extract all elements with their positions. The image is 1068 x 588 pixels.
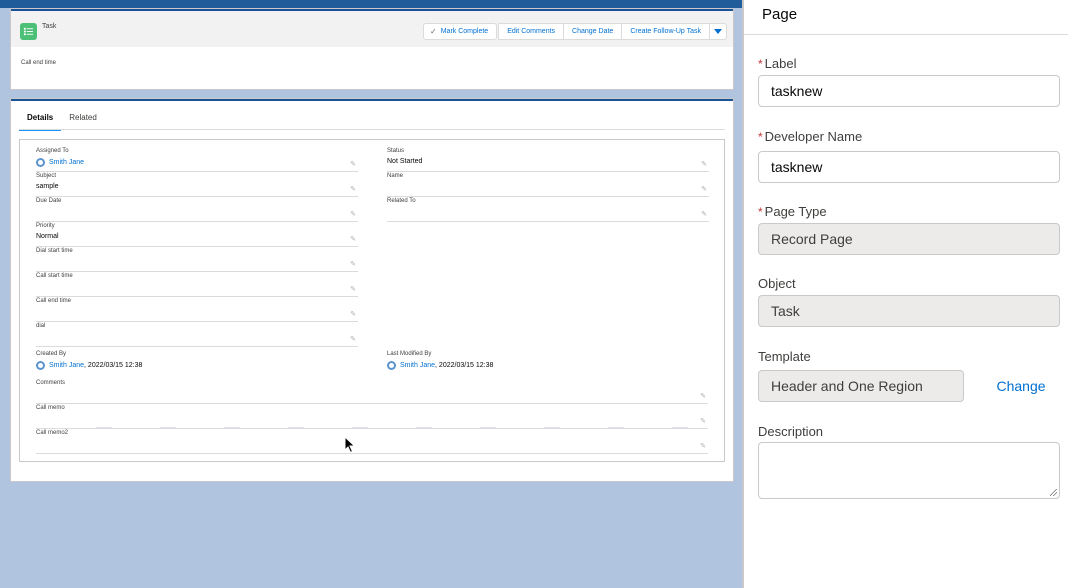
highlights-field-label: Call end time xyxy=(21,60,57,66)
field-status[interactable]: Status Not Started ✎ xyxy=(387,148,709,172)
drop-zone-guide xyxy=(96,427,716,428)
created-by-link[interactable]: Smith Jane xyxy=(49,362,84,369)
panel-divider xyxy=(744,34,1068,35)
resize-handle-icon[interactable] xyxy=(1050,489,1057,496)
mouse-pointer-icon xyxy=(344,436,356,454)
tab-related[interactable]: Related xyxy=(61,109,105,131)
pencil-icon[interactable]: ✎ xyxy=(350,235,356,243)
checkmark-icon: ✓ xyxy=(430,27,437,36)
pencil-icon[interactable]: ✎ xyxy=(700,442,706,450)
record-object-name: Task xyxy=(42,23,57,30)
pencil-icon[interactable]: ✎ xyxy=(350,285,356,293)
field-call-memo[interactable]: Call memo ✎ xyxy=(36,405,708,429)
required-indicator: * xyxy=(758,57,763,71)
description-field-label: Description xyxy=(758,424,824,439)
pencil-icon[interactable]: ✎ xyxy=(350,160,356,168)
field-call-start-time[interactable]: Call start time ✎ xyxy=(36,273,358,297)
pencil-icon[interactable]: ✎ xyxy=(350,335,356,343)
user-avatar-icon xyxy=(36,361,45,370)
tab-details[interactable]: Details xyxy=(19,109,62,131)
field-assigned-to[interactable]: Assigned To Smith Jane ✎ xyxy=(36,148,358,172)
field-related-to[interactable]: Related To ✎ xyxy=(387,198,709,222)
field-call-end-time[interactable]: Call end time ✎ xyxy=(36,298,358,322)
pencil-icon[interactable]: ✎ xyxy=(701,185,707,193)
panel-title: Page xyxy=(762,6,798,23)
task-icon xyxy=(20,23,37,40)
tab-divider xyxy=(19,129,725,130)
label-input[interactable]: tasknew xyxy=(758,75,1060,107)
highlights-panel[interactable]: Task ✓ Mark Complete Edit Comments Change… xyxy=(10,8,734,90)
developer-name-field-label: * Developer Name xyxy=(758,129,863,144)
page-type-field-label: * Page Type xyxy=(758,204,827,219)
action-button-group: ✓ Mark Complete Edit Comments Change Date… xyxy=(423,23,727,40)
object-field-label: Object xyxy=(758,276,796,291)
pencil-icon[interactable]: ✎ xyxy=(350,260,356,268)
page-type-input: Record Page xyxy=(758,223,1060,255)
pencil-icon[interactable]: ✎ xyxy=(350,185,356,193)
more-actions-dropdown[interactable] xyxy=(709,23,727,40)
field-last-modified-by: Last Modified By Smith Jane, 2022/03/15 … xyxy=(387,351,494,370)
properties-panel: Page * Label tasknew * Developer Name task… xyxy=(742,0,1068,588)
pencil-icon[interactable]: ✎ xyxy=(350,210,356,218)
template-input: Header and One Region xyxy=(758,370,964,402)
field-subject[interactable]: Subject sample ✎ xyxy=(36,173,358,197)
chevron-down-icon xyxy=(714,29,722,34)
pencil-icon[interactable]: ✎ xyxy=(701,210,707,218)
object-input: Task xyxy=(758,295,1060,327)
developer-name-input[interactable]: tasknew xyxy=(758,151,1060,183)
field-priority[interactable]: Priority Normal ✎ xyxy=(36,223,358,247)
user-avatar-icon xyxy=(387,361,396,370)
pencil-icon[interactable]: ✎ xyxy=(350,310,356,318)
user-avatar-icon xyxy=(36,158,45,167)
label-field-label: * Label xyxy=(758,56,797,71)
edit-comments-button[interactable]: Edit Comments xyxy=(498,23,565,40)
field-due-date[interactable]: Due Date ✎ xyxy=(36,198,358,222)
page-canvas: Task ✓ Mark Complete Edit Comments Change… xyxy=(0,0,742,588)
field-dial[interactable]: dial ✎ xyxy=(36,323,358,347)
create-follow-up-task-button[interactable]: Create Follow-Up Task xyxy=(621,23,710,40)
change-template-button[interactable]: Change xyxy=(982,370,1060,402)
detail-fields-box: Assigned To Smith Jane ✎ Subject sample … xyxy=(19,139,725,462)
change-date-button[interactable]: Change Date xyxy=(563,23,623,40)
required-indicator: * xyxy=(758,130,763,144)
description-textarea[interactable] xyxy=(758,442,1060,499)
required-indicator: * xyxy=(758,205,763,219)
assigned-to-link[interactable]: Smith Jane xyxy=(49,159,84,166)
field-name[interactable]: Name ✎ xyxy=(387,173,709,197)
tab-bar: Details Related xyxy=(19,109,105,131)
mark-complete-button[interactable]: ✓ Mark Complete xyxy=(423,23,498,40)
field-created-by: Created By Smith Jane, 2022/03/15 12:38 xyxy=(36,351,143,370)
pencil-icon[interactable]: ✎ xyxy=(700,417,706,425)
field-dial-start-time[interactable]: Dial start time ✎ xyxy=(36,248,358,272)
canvas-top-strip xyxy=(0,0,742,8)
record-detail-panel[interactable]: Details Related Assigned To Smith Jane ✎… xyxy=(10,98,734,482)
field-call-memo2[interactable]: Call memo2 ✎ xyxy=(36,430,708,454)
pencil-icon[interactable]: ✎ xyxy=(700,392,706,400)
last-modified-by-link[interactable]: Smith Jane xyxy=(400,362,435,369)
template-field-label: Template xyxy=(758,349,811,364)
field-comments[interactable]: Comments ✎ xyxy=(36,380,708,404)
pencil-icon[interactable]: ✎ xyxy=(701,160,707,168)
